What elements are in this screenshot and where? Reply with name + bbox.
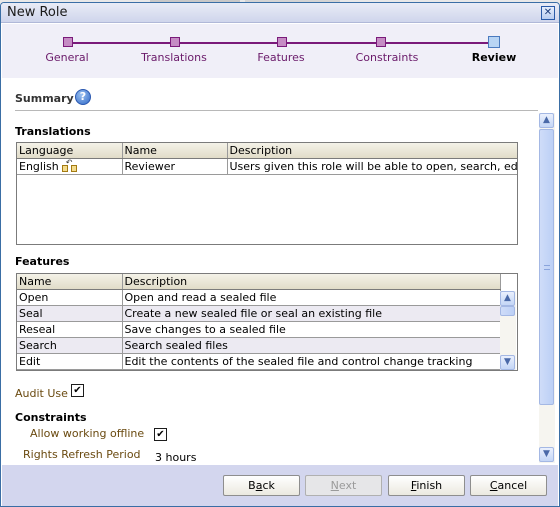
feature-name: Reseal [17,321,123,338]
review-content: Summary ? Translations Language Name Des… [2,78,538,465]
train-label-review: Review [471,51,517,64]
table-row[interactable]: Reseal Save changes to a sealed file [17,321,501,338]
column-header-name[interactable]: Name [122,143,228,159]
train-label-general[interactable]: General [45,51,88,64]
wizard-train: General Translations Features Constraint… [2,24,558,78]
column-header-name[interactable]: Name [17,274,123,290]
train-label-translations[interactable]: Translations [141,51,207,64]
feature-description: Create a new sealed file or seal an exis… [122,305,501,322]
column-header-description[interactable]: Description [122,274,501,290]
back-button[interactable]: Back [223,475,300,496]
table-row[interactable]: Open Open and read a sealed file [17,289,501,306]
allow-offline-label: Allow working offline [30,427,145,440]
feature-name: Open [17,289,123,306]
scroll-up-icon[interactable]: ▲ [539,113,554,128]
column-header-language[interactable]: Language [17,143,123,159]
train-stop-review [488,36,500,48]
name-cell: Reviewer [122,158,228,175]
table-row[interactable]: Search Search sealed files [17,337,501,354]
description-cell: Users given this role will be able to op… [227,158,517,175]
language-value: English [19,159,59,173]
feature-description: Search sealed files [122,337,501,354]
scroll-thumb[interactable] [539,129,554,405]
table-row[interactable] [17,369,501,370]
audit-use-label: Audit Use [15,387,68,400]
feature-description: Edit the contents of the sealed file and… [122,353,501,370]
feature-name: Search [17,337,123,354]
translations-heading: Translations [15,125,91,138]
table-row[interactable]: Seal Create a new sealed file or seal an … [17,305,501,322]
scroll-up-icon[interactable]: ▲ [500,291,515,306]
translate-icon[interactable]: ↶ [61,158,78,173]
train-stop-constraints[interactable] [376,37,386,47]
features-table: Name Description Open Open and read a sea… [16,273,518,371]
features-heading: Features [15,255,70,268]
summary-heading: Summary [15,92,74,105]
translations-table: Language Name Description English ↶ Revie… [16,142,518,245]
next-button: Next [305,475,382,496]
train-stop-general[interactable] [63,37,73,47]
scroll-down-icon[interactable]: ▼ [539,447,554,462]
close-icon[interactable]: ✕ [541,6,555,20]
button-bar: Back Next Finish Cancel [2,465,558,506]
content-scrollbar[interactable]: ▲ ▼ [539,113,555,463]
dialog-title: New Role [7,5,68,20]
train-stop-translations[interactable] [170,37,180,47]
help-icon[interactable]: ? [75,89,91,105]
constraints-heading: Constraints [15,411,87,424]
refresh-period-value: 3 hours [155,451,197,464]
cancel-button[interactable]: Cancel [470,475,547,496]
refresh-period-label: Rights Refresh Period [23,448,141,461]
allow-offline-checkbox[interactable]: ✔ [154,428,167,441]
train-label-constraints[interactable]: Constraints [356,51,419,64]
finish-button[interactable]: Finish [388,475,465,496]
features-scrollbar[interactable]: ▲ ▼ [500,291,516,370]
new-role-dialog: New Role ✕ General Translations Features… [0,2,560,507]
scroll-thumb[interactable] [500,306,515,316]
train-label-features[interactable]: Features [257,51,304,64]
language-cell: English ↶ [17,158,123,175]
feature-name: Edit [17,353,123,370]
scroll-down-icon[interactable]: ▼ [500,355,515,370]
table-row[interactable]: Edit Edit the contents of the sealed file… [17,353,501,370]
feature-name: Seal [17,305,123,322]
train-stop-features[interactable] [277,37,287,47]
column-header-description[interactable]: Description [227,143,517,159]
title-bar[interactable]: New Role ✕ [1,3,559,23]
table-row[interactable]: English ↶ Reviewer Users given this role … [17,158,517,175]
audit-use-checkbox[interactable]: ✔ [71,384,84,397]
summary-divider [15,110,538,111]
feature-description: Open and read a sealed file [122,289,501,306]
feature-description: Save changes to a sealed file [122,321,501,338]
